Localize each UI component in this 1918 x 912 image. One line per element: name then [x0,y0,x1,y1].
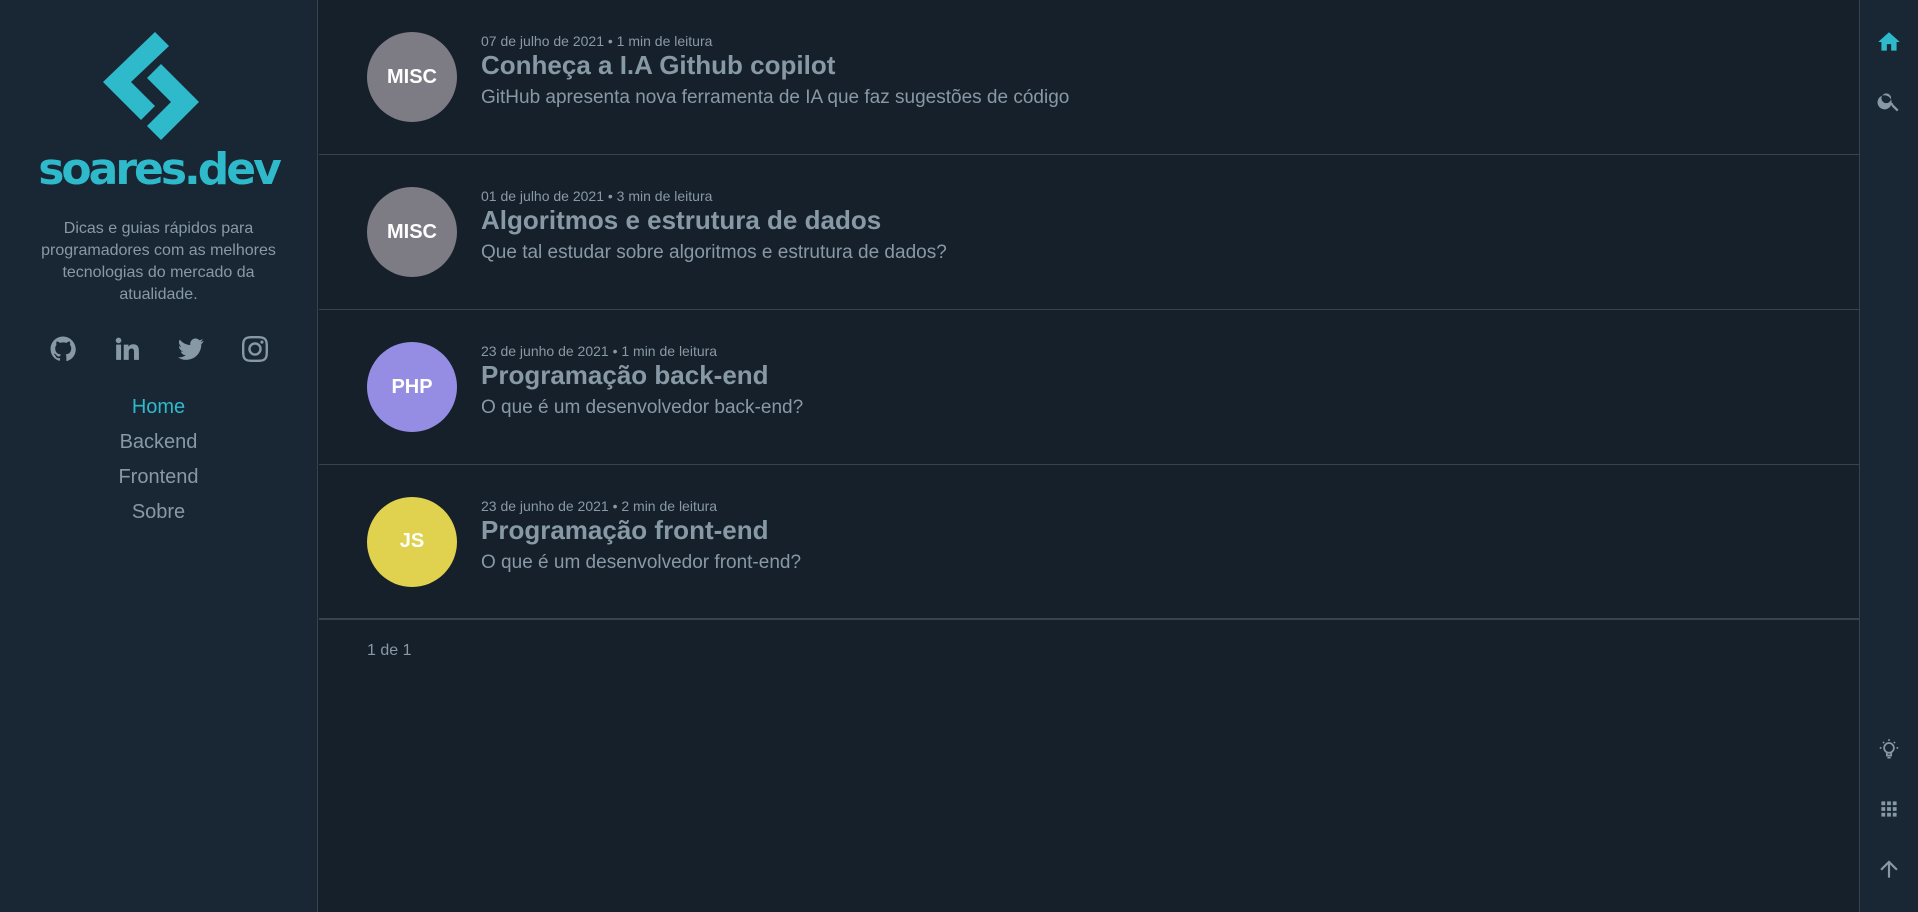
twitter-icon[interactable] [177,336,204,362]
post-body: 23 de junho de 2021 • 2 min de leitura P… [481,497,801,575]
post-item[interactable]: PHP 23 de junho de 2021 • 1 min de leitu… [319,310,1859,465]
post-title[interactable]: Programação back-end [481,360,803,390]
site-logo[interactable]: soares.dev [38,32,282,195]
post-tag-badge: MISC [367,32,457,122]
arrow-up-icon[interactable] [1876,856,1902,882]
post-meta: 23 de junho de 2021 • 1 min de leitura [481,343,718,359]
github-icon[interactable] [50,336,76,362]
post-list: MISC 07 de julho de 2021 • 1 min de leit… [319,0,1859,912]
nav-home[interactable]: Home [132,390,185,425]
nav-frontend[interactable]: Frontend [118,460,198,495]
post-description: GitHub apresenta nova ferramenta de IA q… [481,87,1070,108]
post-body: 23 de junho de 2021 • 1 min de leitura P… [481,342,803,420]
post-title[interactable]: Conheça a I.A Github copilot [481,50,1069,80]
site-tagline: Dicas e guias rápidos para programadores… [41,220,276,303]
post-tag-badge: MISC [367,187,457,277]
post-tag-badge: PHP [367,342,457,432]
post-description: O que é um desenvolvedor front-end? [481,551,802,573]
main-nav: Home Backend Frontend Sobre [118,390,198,530]
post-item[interactable]: MISC 01 de julho de 2021 • 3 min de leit… [319,155,1859,310]
pagination: 1 de 1 [367,642,412,659]
post-body: 01 de julho de 2021 • 3 min de leitura A… [481,187,947,265]
post-title[interactable]: Programação front-end [481,515,801,545]
linkedin-icon[interactable] [114,336,140,362]
post-body: 07 de julho de 2021 • 1 min de leitura C… [481,32,1069,110]
post-meta: 01 de julho de 2021 • 3 min de leitura [481,188,713,204]
logo-text: soares.dev [38,144,282,195]
post-title[interactable]: Algoritmos e estrutura de dados [481,205,947,235]
right-toolbar [1859,0,1918,912]
social-links [50,336,268,362]
nav-backend[interactable]: Backend [120,425,198,460]
lightbulb-icon[interactable] [1876,736,1902,762]
home-icon[interactable] [1876,29,1902,55]
left-sidebar: soares.dev Dicas e guias rápidos para pr… [0,0,318,912]
post-meta: 07 de julho de 2021 • 1 min de leitura [481,33,713,49]
search-icon[interactable] [1876,88,1902,114]
post-meta: 23 de junho de 2021 • 2 min de leitura [481,497,718,514]
grid-icon[interactable] [1876,796,1902,822]
nav-sobre[interactable]: Sobre [132,495,185,530]
instagram-icon[interactable] [241,336,268,362]
post-item[interactable]: JS 23 de junho de 2021 • 2 min de leitur… [319,465,1859,620]
logo-mark-icon [103,32,200,140]
post-description: O que é um desenvolvedor back-end? [481,397,804,418]
post-tag-badge: JS [367,496,457,587]
post-item[interactable]: MISC 07 de julho de 2021 • 1 min de leit… [319,0,1859,155]
post-description: Que tal estudar sobre algoritmos e estru… [481,242,947,263]
